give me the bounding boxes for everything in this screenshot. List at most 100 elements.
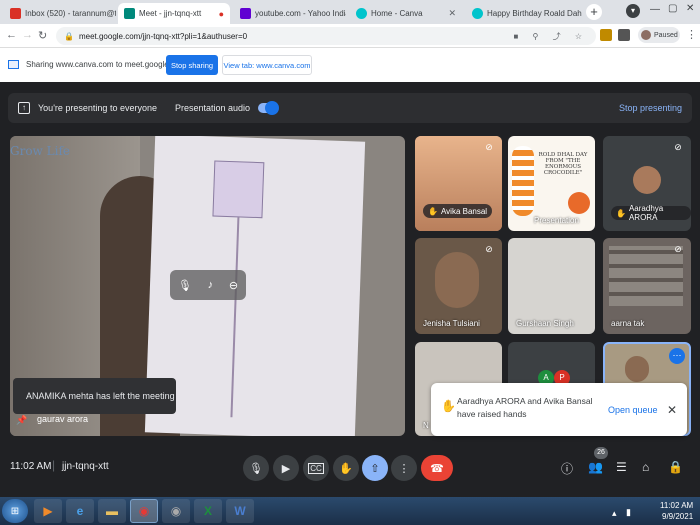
- media-player-button[interactable]: ▶: [34, 499, 62, 523]
- network-icon[interactable]: ▮: [626, 507, 631, 518]
- open-queue-button[interactable]: Open queue: [608, 405, 658, 415]
- tab-gmail[interactable]: Inbox (520) - tarannum@theis: [4, 3, 116, 24]
- view-tab-button[interactable]: View tab: www.canva.com: [222, 55, 312, 75]
- chrome-icon: ◉: [170, 504, 182, 518]
- chat-icon[interactable]: ☰: [616, 460, 627, 474]
- meet-icon: [124, 8, 135, 19]
- lock-icon: 🔒: [64, 31, 74, 41]
- raise-hand-button[interactable]: ✋: [333, 455, 359, 481]
- menu-icon[interactable]: ⋮: [686, 28, 697, 41]
- main-tile-name: gaurav arora: [37, 414, 89, 424]
- info-icon[interactable]: ⓘ: [561, 460, 573, 477]
- tab-label: Home - Canva: [371, 9, 423, 18]
- profile-button[interactable]: Paused: [638, 27, 680, 43]
- presentation-tile[interactable]: ROLD DHAL DAY FROM "THE ENORMOUS CROCODI…: [508, 136, 595, 231]
- hand-icon: ✋: [339, 462, 353, 475]
- raised-hands-text: Aaradhya ARORA and Avika Bansal have rai…: [457, 396, 593, 419]
- word-button[interactable]: W: [226, 499, 254, 523]
- back-icon[interactable]: ←: [6, 29, 17, 41]
- tile-controls: 🎙 ♪ ⊖: [170, 270, 246, 300]
- taskbar-date: 9/9/2021: [662, 512, 694, 521]
- slide-title: ROLD DHAL DAY FROM "THE ENORMOUS CROCODI…: [538, 152, 588, 176]
- presentation-audio-toggle[interactable]: [258, 101, 280, 115]
- stop-sharing-button[interactable]: Stop sharing: [166, 55, 218, 75]
- ie-button[interactable]: e: [66, 499, 94, 523]
- leave-call-button[interactable]: ☎: [421, 455, 453, 481]
- tab-meet[interactable]: Meet - jjn-tqnq-xtt ●: [118, 3, 230, 24]
- taskbar-clock: 11:02 AM: [660, 501, 694, 510]
- canva-icon: [472, 8, 483, 19]
- reload-icon[interactable]: ↻: [38, 29, 47, 42]
- separator: |: [52, 458, 56, 472]
- activities-icon[interactable]: ⌂: [642, 460, 649, 474]
- chrome-profile-button[interactable]: ◉: [162, 499, 190, 523]
- tab-label: youtube.com - Yahoo India Se: [255, 9, 346, 18]
- participant-tile[interactable]: ⊘ ✋ Avika Bansal: [415, 136, 502, 231]
- video-feed: [625, 356, 649, 382]
- address-bar[interactable]: 🔒 meet.google.com/jjn-tqnq-xtt?pli=1&aut…: [56, 27, 596, 45]
- minimize-icon[interactable]: —: [650, 4, 660, 15]
- tab-label: Happy Birthday Roald Dah: [487, 9, 582, 18]
- captions-button[interactable]: CC: [303, 455, 329, 481]
- forward-icon[interactable]: →: [22, 29, 33, 41]
- url-text: meet.google.com/jjn-tqnq-xtt?pli=1&authu…: [78, 31, 248, 41]
- drawing-flowerpot: [212, 160, 265, 219]
- avatar: [633, 166, 661, 194]
- raised-hand-badge: ✋ Aaradhya ARORA: [611, 204, 691, 222]
- host-controls-icon[interactable]: 🔒: [668, 460, 683, 474]
- stop-presenting-button[interactable]: Stop presenting: [619, 103, 682, 113]
- present-button[interactable]: ⇧: [362, 455, 388, 481]
- presenting-bar: ↑ You're presenting to everyone Presenta…: [8, 93, 692, 123]
- camera-button[interactable]: ▶: [273, 455, 299, 481]
- explorer-button[interactable]: ▬: [98, 499, 126, 523]
- start-button[interactable]: ⊞: [2, 499, 28, 523]
- windows-icon: ⊞: [10, 505, 20, 517]
- more-options-icon[interactable]: ⋯: [669, 348, 685, 364]
- participant-tile[interactable]: Gurshaan Singh: [508, 238, 595, 334]
- camera-icon: ▶: [281, 462, 291, 475]
- main-video-tile[interactable]: Grow Life 🎙 ♪ ⊖ ANAMIKA mehta has left t…: [10, 136, 405, 436]
- pin-icon[interactable]: 📌: [16, 415, 27, 426]
- presenting-text: You're presenting to everyone: [38, 103, 157, 113]
- participant-name: Aaradhya ARORA: [628, 204, 664, 222]
- participant-tile[interactable]: ⊘ ✋ Aaradhya ARORA: [603, 136, 691, 231]
- slide-sun-shape: [568, 192, 590, 214]
- tab-canva-birthday[interactable]: Happy Birthday Roald Dah ▣: [466, 3, 582, 24]
- extension-icon[interactable]: [600, 29, 612, 41]
- more-options-button[interactable]: ⋮: [391, 455, 417, 481]
- screen-share-icon: [8, 60, 19, 69]
- excel-button[interactable]: X: [194, 499, 222, 523]
- remove-icon[interactable]: ⊖: [229, 279, 238, 292]
- people-count-badge: 26: [594, 447, 608, 459]
- sharing-infobar: Sharing www.canva.com to meet.google.com…: [0, 48, 700, 82]
- present-icon: ⇧: [370, 462, 380, 475]
- mic-icon[interactable]: ♪: [208, 279, 214, 291]
- participant-name: Avika Bansal: [440, 206, 488, 216]
- tray-arrow-icon[interactable]: ▴: [612, 508, 617, 519]
- chrome-button[interactable]: ◉: [130, 499, 158, 523]
- participant-tile[interactable]: ⊘ aarna tak: [603, 238, 691, 334]
- sharing-text: Sharing www.canva.com to meet.google.com: [26, 60, 187, 69]
- end-call-icon: ☎: [430, 462, 444, 475]
- canva-icon: [356, 8, 367, 19]
- tab-search-icon[interactable]: ▾: [626, 4, 640, 18]
- participant-name: Jenisha Tulsiani: [423, 319, 480, 328]
- close-icon[interactable]: ✕: [448, 8, 456, 19]
- extension-icon[interactable]: [618, 29, 630, 41]
- captions-icon: CC: [308, 462, 324, 474]
- meeting-clock: 11:02 AM: [10, 461, 52, 472]
- present-icon: ↑: [18, 102, 30, 114]
- close-icon[interactable]: ✕: [667, 403, 677, 417]
- tab-yahoo[interactable]: youtube.com - Yahoo India Se: [234, 3, 346, 24]
- close-window-icon[interactable]: ✕: [686, 3, 694, 14]
- new-tab-button[interactable]: +: [586, 4, 602, 20]
- maximize-icon[interactable]: ▢: [668, 3, 677, 14]
- people-icon[interactable]: 👥: [588, 460, 603, 474]
- mic-off-icon: ⊘: [485, 244, 493, 254]
- presentation-audio-label: Presentation audio: [174, 103, 251, 113]
- participant-tile[interactable]: ⊘ Jenisha Tulsiani: [415, 238, 502, 334]
- mic-off-icon[interactable]: 🎙: [178, 279, 192, 292]
- mic-button[interactable]: 🎙: [243, 455, 269, 481]
- mic-off-icon: ⊘: [674, 142, 682, 152]
- tab-canva-home[interactable]: Home - Canva ✕: [350, 3, 462, 24]
